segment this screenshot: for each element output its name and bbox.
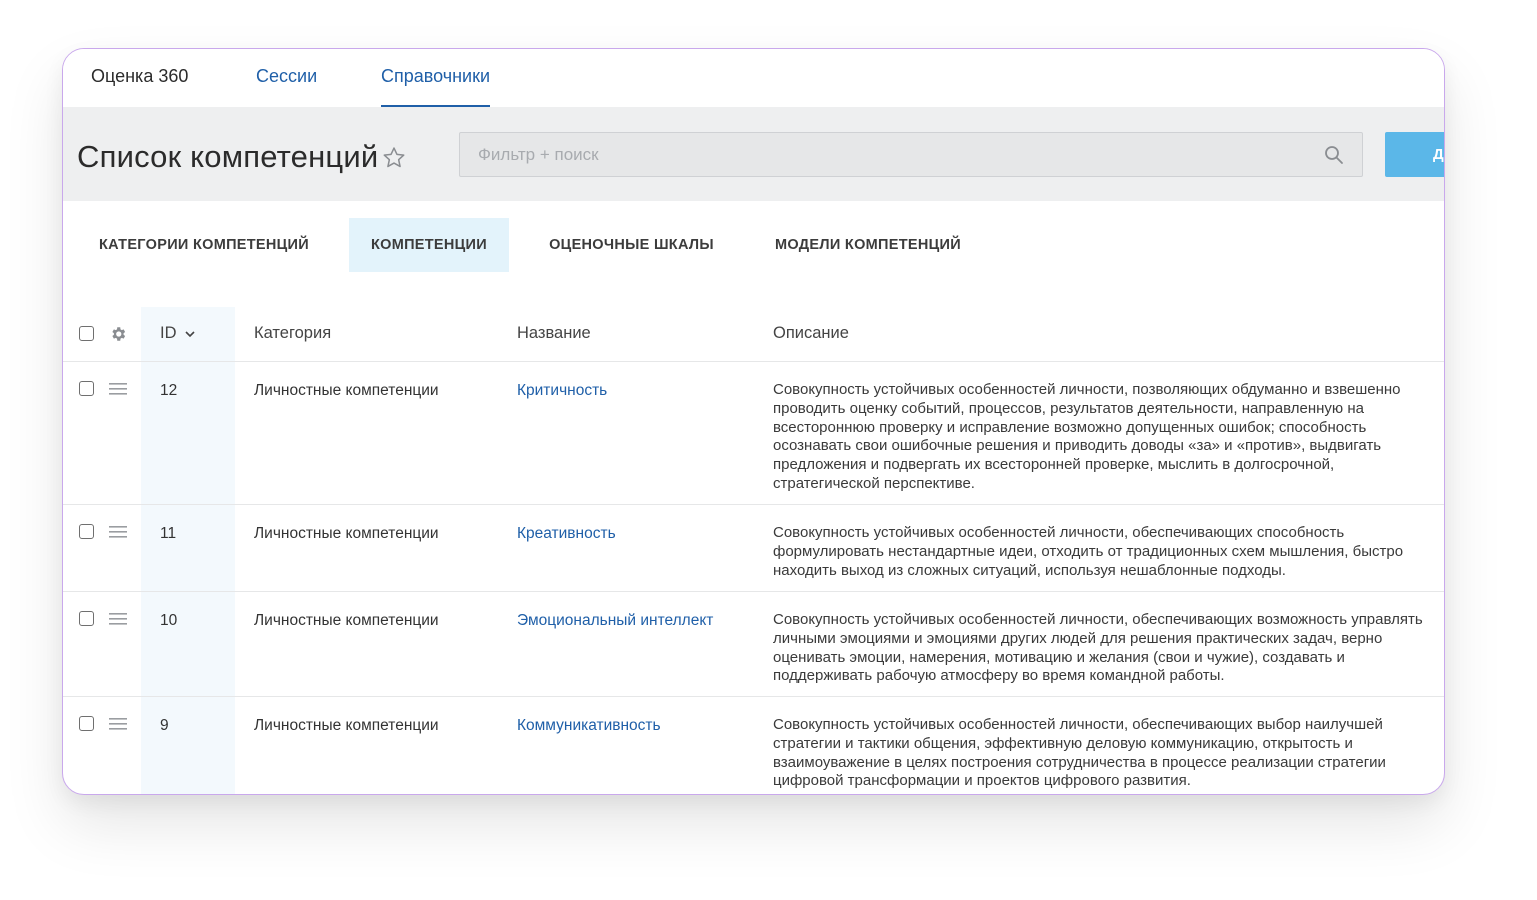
cell-name-link[interactable]: Критичность xyxy=(517,381,607,400)
tab-sessions[interactable]: Сессии xyxy=(256,65,317,107)
gear-icon[interactable] xyxy=(109,325,127,343)
row-checkbox[interactable] xyxy=(79,716,94,731)
add-button[interactable]: Д xyxy=(1385,132,1444,177)
cell-id: 9 xyxy=(160,717,169,734)
cell-description: Совокупность устойчивых особенностей лич… xyxy=(773,381,1401,492)
cell-category: Личностные компетенции xyxy=(254,717,439,734)
cell-description: Совокупность устойчивых особенностей лич… xyxy=(773,611,1423,685)
drag-handle-icon[interactable] xyxy=(109,718,127,730)
column-header-name[interactable]: Название xyxy=(517,324,591,343)
table-row[interactable]: 10 Личностные компетенции Эмоциональный … xyxy=(63,592,1444,697)
table-header: ID Категория Название Описание xyxy=(63,307,1444,362)
column-header-id[interactable]: ID xyxy=(160,324,195,343)
cell-category: Личностные компетенции xyxy=(254,525,439,542)
app-window: Оценка 360 Сессии Справочники Список ком… xyxy=(62,48,1445,795)
drag-handle-icon[interactable] xyxy=(109,383,127,395)
page-title: Список компетенций xyxy=(77,139,379,174)
search-box xyxy=(459,132,1363,177)
page-header: Список компетенций Д xyxy=(63,107,1444,201)
subtab-competences[interactable]: Компетенции xyxy=(349,218,509,272)
drag-handle-icon[interactable] xyxy=(109,526,127,538)
cell-id: 10 xyxy=(160,612,178,629)
subtab-competence-models[interactable]: Модели компетенций xyxy=(763,218,973,272)
column-header-description[interactable]: Описание xyxy=(773,324,849,343)
cell-name-link[interactable]: Эмоциональный интеллект xyxy=(517,611,713,630)
search-icon[interactable] xyxy=(1324,145,1344,165)
table-row[interactable]: 11 Личностные компетенции Креативность С… xyxy=(63,505,1444,592)
cell-category: Личностные компетенции xyxy=(254,382,439,399)
cell-description: Совокупность устойчивых особенностей лич… xyxy=(773,524,1404,579)
column-header-id-label: ID xyxy=(160,324,177,342)
subtab-competence-categories[interactable]: Категории компетенций xyxy=(91,218,317,272)
cell-description: Совокупность устойчивых особенностей лич… xyxy=(773,716,1386,790)
drag-handle-icon[interactable] xyxy=(109,613,127,625)
subtabs: Категории компетенций Компетенции Оценоч… xyxy=(63,218,1444,272)
top-navigation: Оценка 360 Сессии Справочники xyxy=(63,49,1444,107)
cell-name-link[interactable]: Креативность xyxy=(517,524,616,543)
tab-directories[interactable]: Справочники xyxy=(381,65,491,107)
table-row[interactable]: 12 Личностные компетенции Критичность Со… xyxy=(63,362,1444,505)
subtab-rating-scales[interactable]: Оценочные шкалы xyxy=(539,218,724,272)
row-checkbox[interactable] xyxy=(79,611,94,626)
cell-id: 12 xyxy=(160,382,178,399)
select-all-checkbox[interactable] xyxy=(79,326,94,341)
cell-category: Личностные компетенции xyxy=(254,612,439,629)
row-checkbox[interactable] xyxy=(79,524,94,539)
cell-name-link[interactable]: Коммуникативность xyxy=(517,716,661,735)
column-header-category[interactable]: Категория xyxy=(254,324,331,343)
favorite-star-icon[interactable] xyxy=(381,145,407,171)
chevron-down-icon xyxy=(185,331,195,338)
search-input[interactable] xyxy=(460,133,1320,176)
row-checkbox[interactable] xyxy=(79,381,94,396)
table-row[interactable]: 9 Личностные компетенции Коммуникативнос… xyxy=(63,697,1444,794)
tab-evaluation-360[interactable]: Оценка 360 xyxy=(91,65,188,107)
cell-id: 11 xyxy=(160,525,177,542)
